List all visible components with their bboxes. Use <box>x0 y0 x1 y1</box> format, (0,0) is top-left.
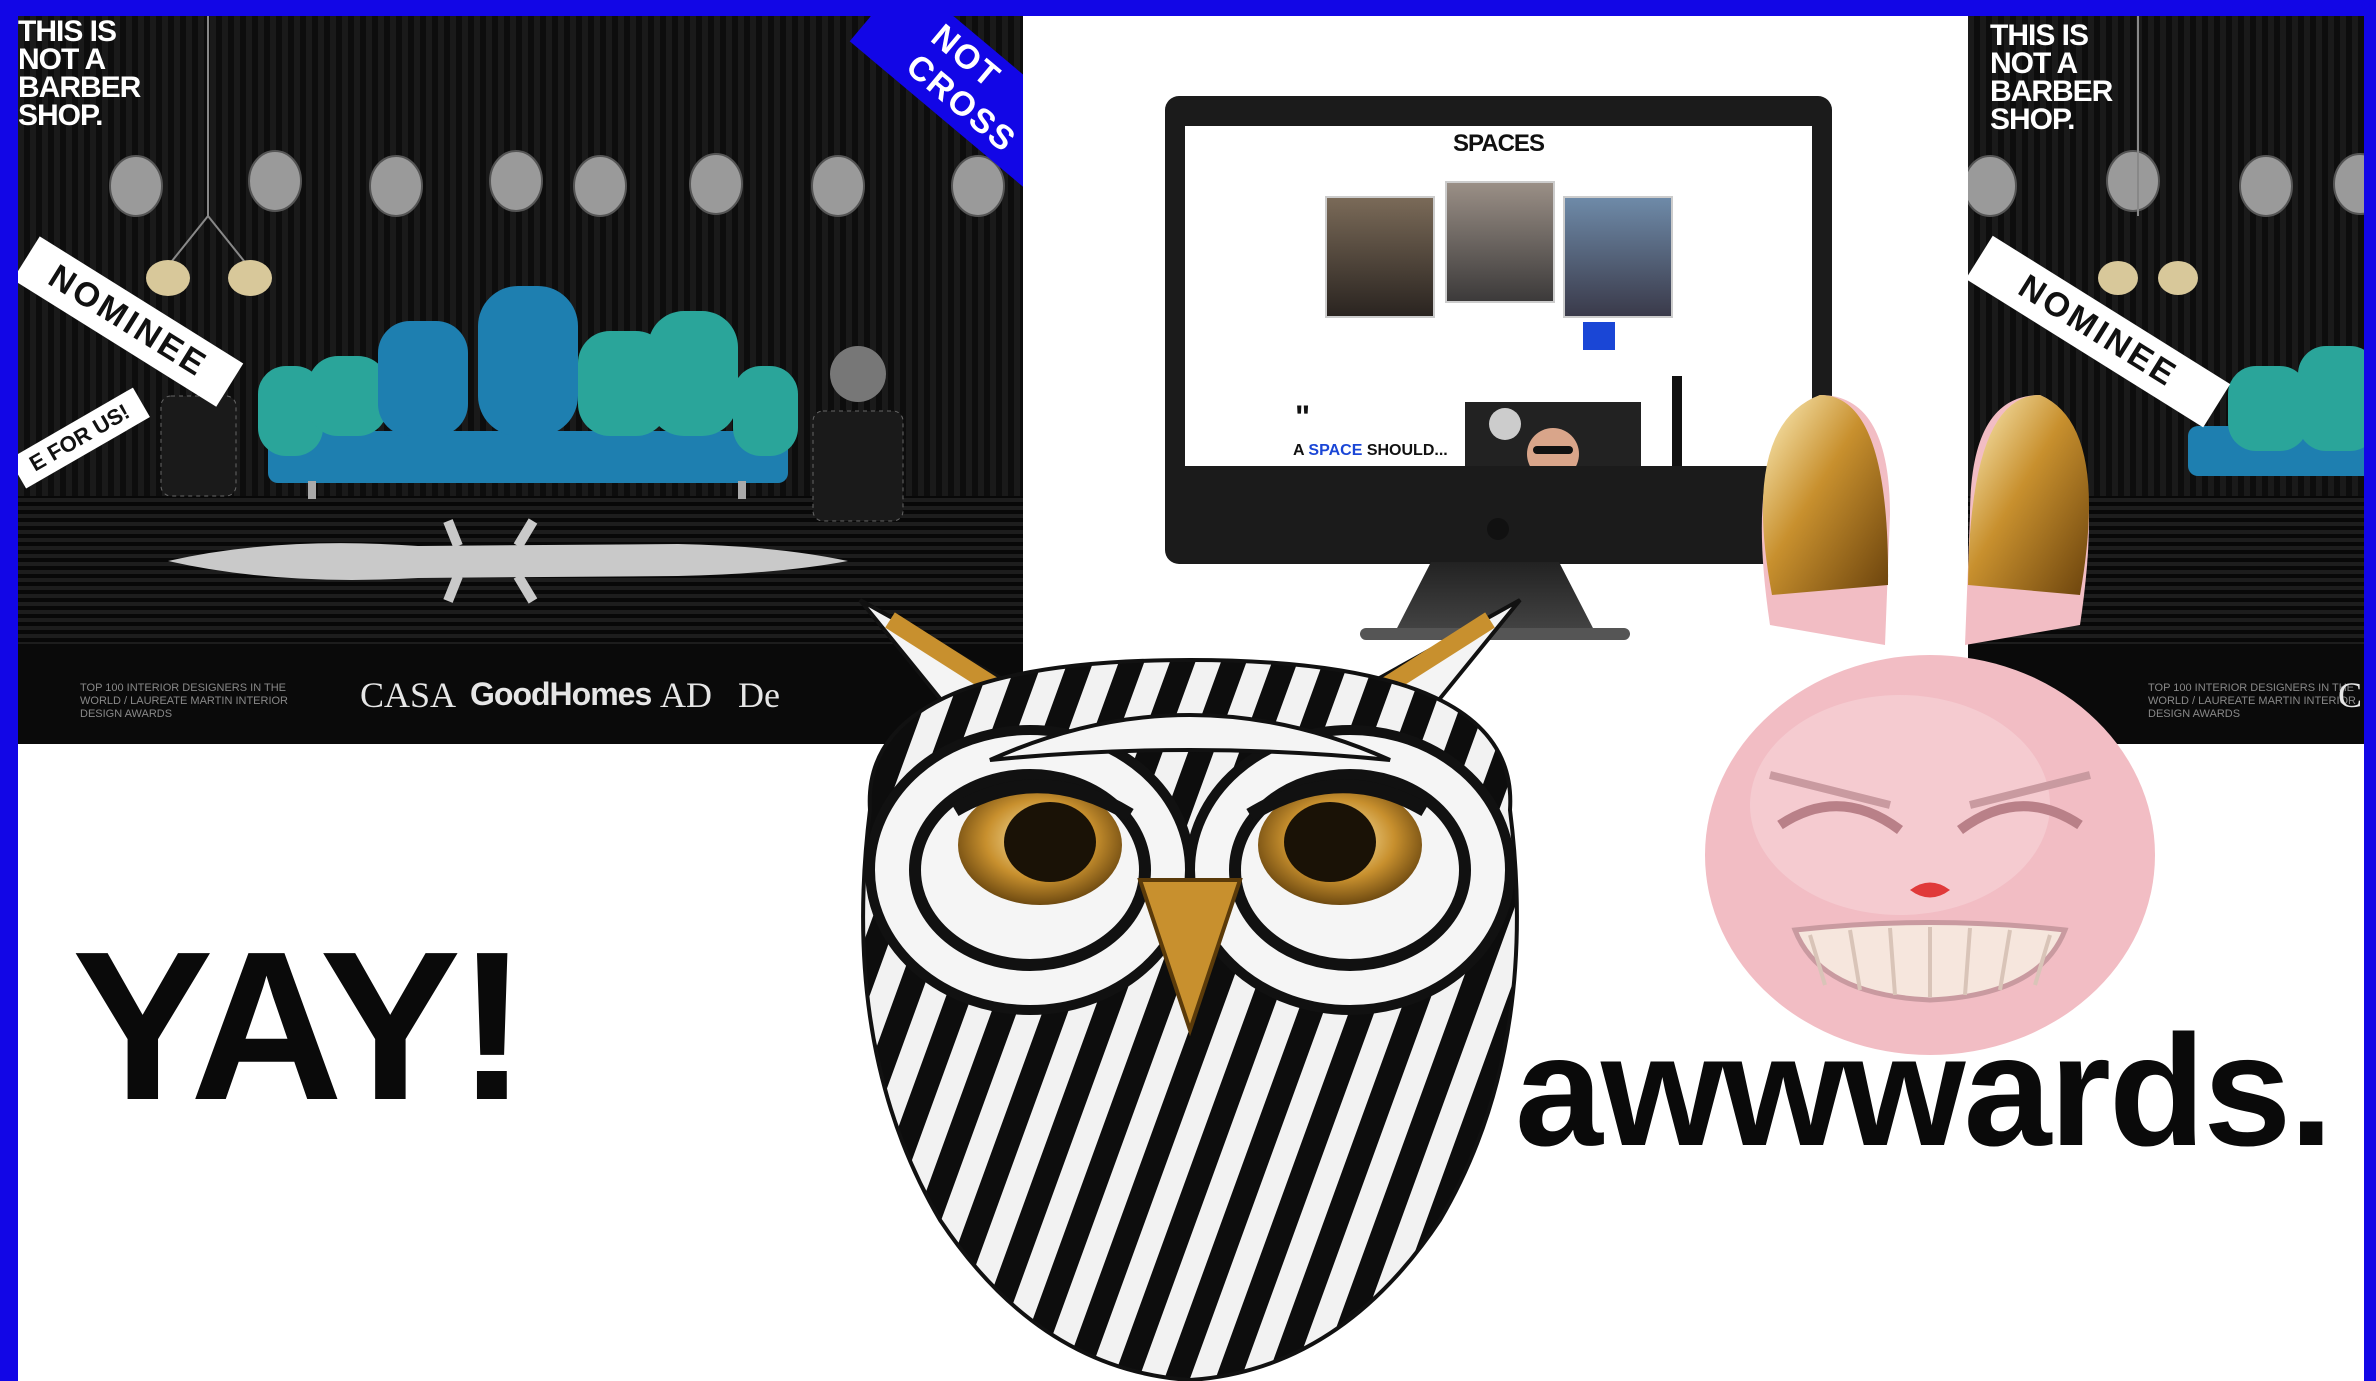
project-thumbnail[interactable] <box>1445 181 1555 303</box>
svg-text:": " <box>1295 399 1310 435</box>
blue-border-top <box>0 0 2376 16</box>
footer-blurb: TOP 100 INTERIOR DESIGNERS IN THE WORLD … <box>2148 682 2357 720</box>
side-table-left-icon <box>160 395 237 497</box>
side-table-right-icon <box>812 346 904 522</box>
scrollbar[interactable] <box>1672 376 1682 466</box>
video-preview[interactable] <box>1465 402 1641 466</box>
video-frame: THIS IS NOT A BARBER SHOP. NOMINEE E FOR… <box>0 0 2376 1381</box>
owl-mask-icon <box>858 598 1522 1381</box>
yay-wordmark: YAY! <box>72 907 528 1144</box>
ad-logo: AD <box>660 675 712 715</box>
blue-sofa-icon <box>258 286 798 499</box>
shop-title: THIS IS NOT A BARBER SHOP. <box>1990 19 2113 136</box>
project-thumbnail[interactable] <box>1563 196 1673 318</box>
casa-logo: CASA <box>360 675 457 715</box>
pink-rabbit-head-icon <box>1705 395 2155 1055</box>
site-heading: A SPACE SHOULD... <box>1293 442 1448 459</box>
quote-icon: " <box>1295 399 1310 435</box>
project-thumbnail[interactable] <box>1325 196 1435 318</box>
avatar <box>1489 408 1579 466</box>
site-title: SPACES <box>1453 130 1545 157</box>
partial-logo: C <box>2338 675 2363 715</box>
apple-logo-icon <box>1487 518 1509 540</box>
site-cta-button[interactable] <box>1583 322 1615 350</box>
shop-title: THIS IS NOT A BARBER SHOP. <box>18 16 141 132</box>
blue-border-left <box>0 0 18 1381</box>
goodhomes-logo: GoodHomes <box>470 676 652 712</box>
footer-blurb: TOP 100 INTERIOR DESIGNERS IN THE WORLD … <box>80 682 289 720</box>
blue-border-right <box>2364 0 2376 1381</box>
